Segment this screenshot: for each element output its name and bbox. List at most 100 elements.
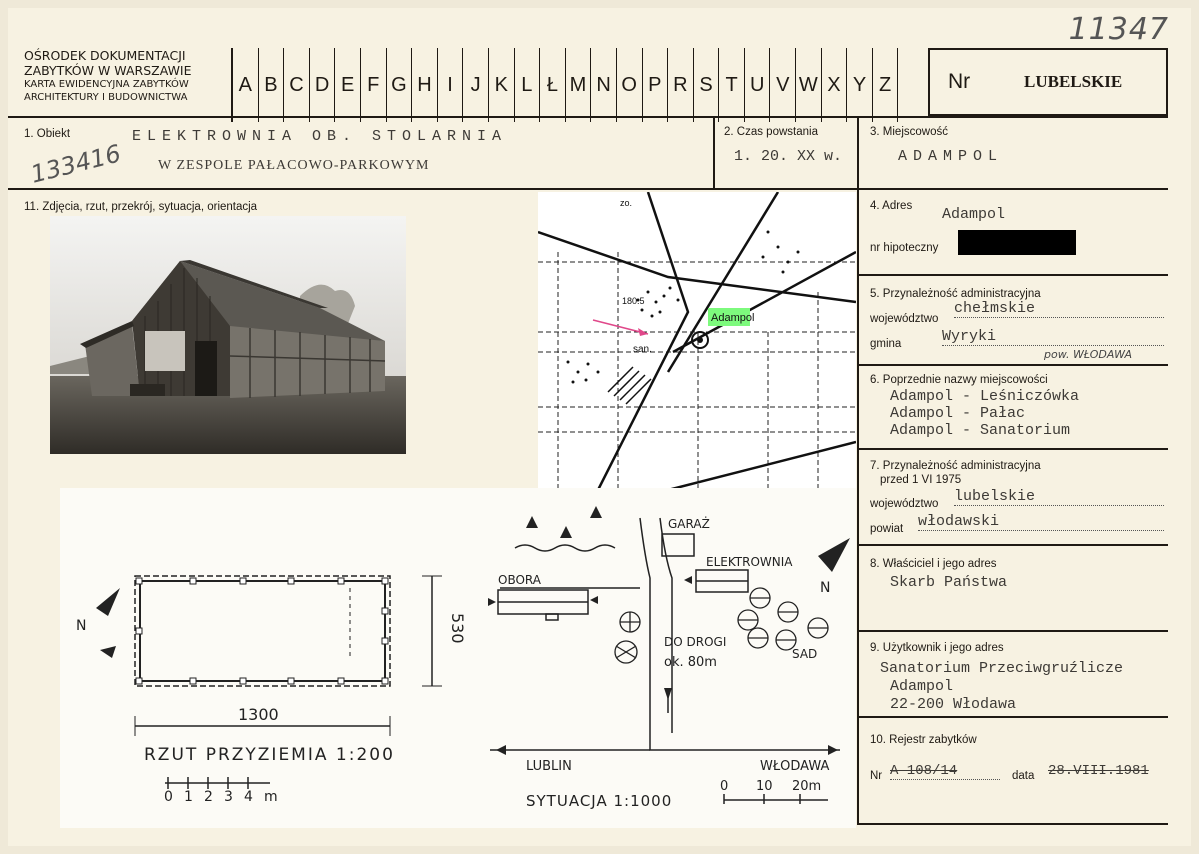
org-line-1: OŚRODEK DOKUMENTACJI — [24, 48, 186, 63]
handwritten-card-number: 11347 — [1068, 12, 1169, 47]
commune-label: gmina — [870, 338, 902, 350]
former-district-value: włodawski — [918, 513, 1164, 531]
former-name-3: Adampol - Sanatorium — [890, 422, 1071, 439]
redacted-mortgage-number — [958, 230, 1076, 255]
index-letter: B — [259, 48, 285, 122]
plan-width-dimension: 1300 — [238, 705, 279, 724]
plan-scale-1: 1 — [184, 789, 193, 805]
mortgage-number-label: nr hipoteczny — [870, 242, 939, 254]
index-letter: I — [438, 48, 464, 122]
plan-depth-dimension: 530 — [448, 613, 467, 644]
index-letter: D — [310, 48, 336, 122]
index-letter: Y — [847, 48, 873, 122]
index-letter: T — [719, 48, 745, 122]
plan-scale-2: 2 — [204, 789, 213, 805]
section-10-label: 10. Rejestr zabytków — [870, 734, 977, 746]
user-line-3: 22-200 Włodawa — [890, 696, 1017, 713]
voivodeship-value: chełmskie — [954, 300, 1164, 318]
index-letter: H — [412, 48, 438, 122]
former-name-1: Adampol - Leśniczówka — [890, 388, 1080, 405]
divider — [8, 188, 1168, 190]
user-line-1: Sanatorium Przeciwgruźlicze — [880, 660, 1124, 677]
situation-scale-bar — [723, 794, 828, 804]
entrance-arrow-icon — [100, 646, 116, 658]
organization-block: OŚRODEK DOKUMENTACJI ZABYTKÓW W WARSZAWI… — [24, 48, 234, 104]
divider — [857, 716, 1168, 718]
road-note-1: DO DROGI — [664, 635, 726, 649]
index-letter: M — [566, 48, 592, 122]
road-note-2: ok. 80m — [664, 655, 717, 670]
power-plant-label: ELEKTROWNIA — [706, 555, 793, 569]
index-letter: N — [591, 48, 617, 122]
former-voivodeship-label: województwo — [870, 498, 939, 510]
user-line-2: Adampol — [890, 678, 954, 695]
divider — [857, 448, 1168, 450]
nr-label: Nr — [948, 70, 971, 93]
section-11-label: 11. Zdjęcia, rzut, przekrój, sytuacja, o… — [24, 201, 258, 213]
divider — [857, 823, 1168, 825]
plan-scale-4: 4 — [244, 789, 253, 805]
plan-scale-0: 0 — [164, 789, 173, 805]
north-arrow-icon — [96, 588, 120, 616]
situation-scale-20: 20m — [792, 779, 821, 794]
divider — [8, 116, 1168, 118]
registry-date-label: data — [1012, 770, 1035, 782]
plan-scale-unit: m — [264, 789, 278, 805]
object-name-line-2: W ZESPOLE PAŁACOWO-PARKOWYM — [158, 158, 430, 173]
register-number-box: Nr LUBELSKIE — [928, 48, 1168, 116]
situation-scale-10: 10 — [756, 779, 773, 794]
map-zo-label: zo. — [620, 198, 632, 208]
section-1-label: 1. Obiekt — [24, 128, 71, 140]
plan-scale-bar — [165, 777, 270, 789]
former-name-2: Adampol - Pałac — [890, 405, 1026, 422]
index-letter: V — [770, 48, 797, 122]
handwritten-district-note: pow. WŁODAWA — [1044, 348, 1133, 361]
index-letter: R — [668, 48, 694, 122]
plan-and-situation-drawing: 1300 530 RZUT PRZYZIEMIA 1:200 0 1 2 3 4… — [76, 506, 850, 810]
floor-plan — [134, 575, 442, 736]
divider — [857, 630, 1168, 632]
former-voivodeship-value: lubelskie — [954, 488, 1164, 506]
section-7-label-2: przed 1 VI 1975 — [880, 474, 962, 486]
topographic-map: Adampol 180.5 san. zo. — [538, 192, 856, 490]
index-letter: S — [694, 48, 720, 122]
map-place-label: Adampol — [711, 312, 754, 324]
divider — [713, 116, 715, 188]
index-letter: E — [335, 48, 361, 122]
index-letter: K — [489, 48, 515, 122]
section-7-label-1: 7. Przynależność administracyjna — [870, 460, 1041, 472]
index-letter: Z — [873, 48, 899, 122]
owner-value: Skarb Państwa — [890, 574, 1008, 591]
construction-date: 1. 20. XX w. — [734, 148, 843, 165]
situation-north-icon — [818, 538, 850, 572]
section-2-label: 2. Czas powstania — [724, 126, 818, 138]
section-9-label: 9. Użytkownik i jego adres — [870, 642, 1004, 654]
index-letter: O — [617, 48, 643, 122]
wlodawa-road-label: WŁODAWA — [760, 759, 829, 774]
situation-title: SYTUACJA 1:1000 — [526, 792, 672, 810]
former-district-label: powiat — [870, 523, 904, 535]
object-name-line-1: ELEKTROWNIA OB. STOLARNIA — [132, 128, 508, 145]
index-letter: U — [745, 48, 771, 122]
divider — [857, 364, 1168, 366]
plan-title: RZUT PRZYZIEMIA 1:200 — [144, 745, 395, 765]
index-letter: G — [387, 48, 413, 122]
divider — [857, 274, 1168, 276]
address-value: Adampol — [942, 206, 1006, 223]
drawings-area: 1300 530 RZUT PRZYZIEMIA 1:200 0 1 2 3 4… — [60, 488, 856, 828]
org-line-4: ARCHITEKTURY I BUDOWNICTWA — [24, 92, 188, 103]
situation-plan — [490, 517, 840, 751]
lublin-road-label: LUBLIN — [526, 759, 572, 774]
map-san-label: san. — [633, 344, 652, 355]
index-letter: C — [284, 48, 310, 122]
voivodeship-label: województwo — [870, 313, 939, 325]
divider — [857, 544, 1168, 546]
garage-label: GARAŻ — [668, 516, 710, 531]
orchard-label: SAD — [792, 647, 817, 661]
section-3-label: 3. Miejscowość — [870, 126, 948, 138]
index-letter: J — [463, 48, 489, 122]
index-letter: A — [233, 48, 259, 122]
situation-scale-0: 0 — [720, 779, 728, 794]
index-letter: L — [515, 48, 541, 122]
record-card: OŚRODEK DOKUMENTACJI ZABYTKÓW W WARSZAWI… — [8, 8, 1191, 846]
